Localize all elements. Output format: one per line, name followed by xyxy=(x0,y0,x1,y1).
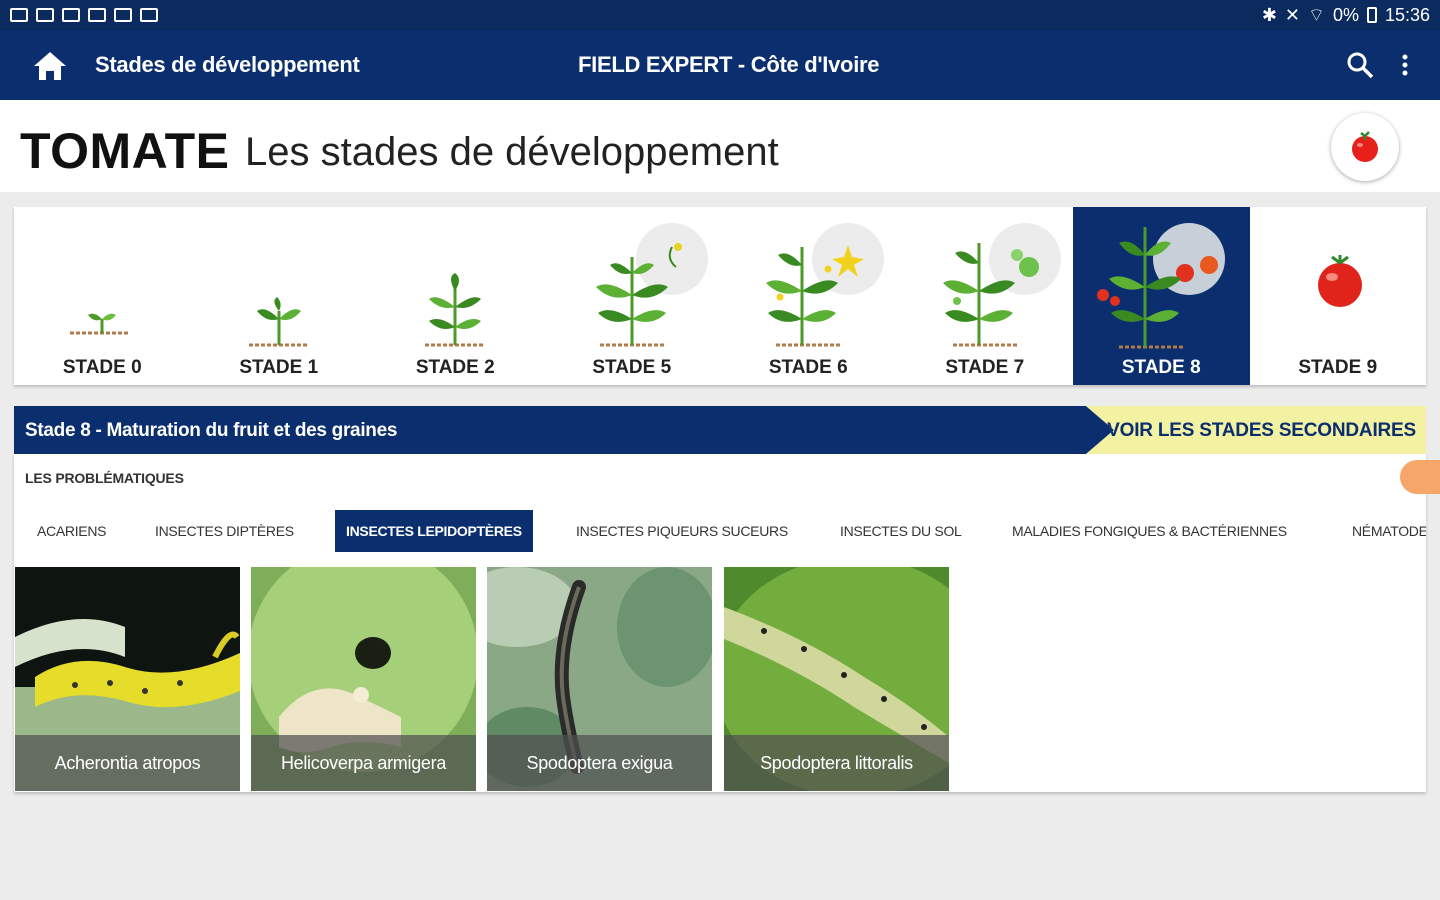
pest-card-helicoverpa-armigera[interactable]: Helicoverpa armigera xyxy=(251,567,476,791)
search-icon[interactable] xyxy=(1345,50,1375,80)
bluetooth-icon: ✱ xyxy=(1261,4,1277,25)
stage-label: STADE 1 xyxy=(239,357,319,378)
stage-banner: Stade 8 - Maturation du fruit et des gra… xyxy=(14,406,1426,454)
pest-name: Spodoptera littoralis xyxy=(724,735,949,791)
gallery-icon xyxy=(114,8,132,22)
stage-label: STADE 7 xyxy=(945,357,1025,378)
seedling-icon xyxy=(70,313,130,335)
clock: 15:36 xyxy=(1384,4,1430,25)
stage-label: STADE 5 xyxy=(592,357,672,378)
crop-name: TOMATE xyxy=(20,123,230,179)
page-subtitle: Les stades de développement xyxy=(245,130,779,174)
stage-label: STADE 2 xyxy=(415,357,495,378)
home-icon[interactable] xyxy=(32,50,68,82)
page-header: TOMATE Les stades de développement xyxy=(0,100,1440,192)
tomato-fruit-icon xyxy=(1317,255,1362,307)
secondary-stages-label: VOIR LES STADES SECONDAIRES xyxy=(1107,420,1416,441)
stage-8[interactable]: STADE 8 xyxy=(1073,207,1250,385)
status-system: ✱ ✕ ⌔ 0% 15:36 xyxy=(1262,4,1430,27)
download-icon xyxy=(62,8,80,22)
pest-card-spodoptera-exigua[interactable]: Spodoptera exigua xyxy=(487,567,712,791)
tab-insectes-lepidopteres[interactable]: INSECTES LEPIDOPTÈRES xyxy=(335,510,533,552)
stage-6[interactable]: STADE 6 xyxy=(720,207,897,385)
sim-icon xyxy=(36,8,54,22)
tab-maladies-fongiques[interactable]: MALADIES FONGIQUES & BACTÉRIENNES xyxy=(1001,510,1298,552)
tab-acariens[interactable]: ACARIENS xyxy=(26,510,117,552)
ripe-fruit-plant-icon xyxy=(1097,223,1225,349)
image-icon xyxy=(88,8,106,22)
status-notifications xyxy=(10,8,158,22)
stage-label: STADE 9 xyxy=(1298,357,1378,378)
problem-tabs: ACARIENS INSECTES DIPTÈRES INSECTES LEPI… xyxy=(14,510,1426,554)
battery-icon xyxy=(1366,7,1377,23)
pest-name: Acherontia atropos xyxy=(15,735,240,791)
stage-9[interactable]: STADE 9 xyxy=(1250,207,1427,385)
tab-nematode[interactable]: NÉMATODE xyxy=(1341,510,1426,552)
stage-7[interactable]: STADE 7 xyxy=(897,207,1074,385)
wifi-icon: ⌔ xyxy=(1308,4,1325,25)
floating-chat-button[interactable] xyxy=(1400,460,1440,494)
young-plant-icon xyxy=(248,297,309,347)
stage-label: STADE 8 xyxy=(1121,357,1201,378)
green-fruit-plant-icon xyxy=(942,223,1061,347)
flowering-plant-icon xyxy=(766,223,884,347)
pest-name: Spodoptera exigua xyxy=(487,735,712,791)
problems-panel: LES PROBLÉMATIQUES ACARIENS INSECTES DIP… xyxy=(14,454,1426,792)
stage-0[interactable]: STADE 0 xyxy=(14,207,191,385)
app-bar: Stades de développement FIELD EXPERT - C… xyxy=(0,30,1440,100)
plant-leaves-icon xyxy=(425,273,485,347)
stage-banner-title-bar: Stade 8 - Maturation du fruit et des gra… xyxy=(14,406,1114,454)
stage-label: STADE 0 xyxy=(62,357,142,378)
tab-insectes-du-sol[interactable]: INSECTES DU SOL xyxy=(829,510,973,552)
stages-strip: STADE 0 STADE 1 STADE 2 STADE 5 STADE 6 … xyxy=(14,207,1426,385)
stage-5[interactable]: STADE 5 xyxy=(544,207,721,385)
stage-title: Stade 8 - Maturation du fruit et des gra… xyxy=(25,420,398,441)
pest-card-acherontia-atropos[interactable]: Acherontia atropos xyxy=(15,567,240,791)
video-icon xyxy=(10,8,28,22)
tab-insectes-dipteres[interactable]: INSECTES DIPTÈRES xyxy=(144,510,305,552)
calendar-icon xyxy=(140,8,158,22)
tomato-icon xyxy=(1352,131,1378,162)
flower-bud-plant-icon xyxy=(595,223,708,347)
battery-percent: 0% xyxy=(1332,4,1359,25)
pest-card-spodoptera-littoralis[interactable]: Spodoptera littoralis xyxy=(724,567,949,791)
app-name: FIELD EXPERT - Côte d'Ivoire xyxy=(578,52,880,77)
stage-label: STADE 6 xyxy=(768,357,848,378)
stage-1[interactable]: STADE 1 xyxy=(191,207,368,385)
more-vert-icon[interactable] xyxy=(1395,50,1415,80)
problems-heading: LES PROBLÉMATIQUES xyxy=(25,470,184,486)
secondary-stages-button[interactable]: VOIR LES STADES SECONDAIRES xyxy=(1086,406,1426,454)
status-bar: ✱ ✕ ⌔ 0% 15:36 xyxy=(0,0,1440,30)
stage-2[interactable]: STADE 2 xyxy=(367,207,544,385)
pest-name: Helicoverpa armigera xyxy=(251,735,476,791)
screen-title: Stades de développement xyxy=(95,52,360,77)
tab-insectes-piqueurs-suceurs[interactable]: INSECTES PIQUEURS SUCEURS xyxy=(565,510,799,552)
mute-icon: ✕ xyxy=(1284,4,1301,25)
crop-badge[interactable] xyxy=(1331,113,1399,181)
